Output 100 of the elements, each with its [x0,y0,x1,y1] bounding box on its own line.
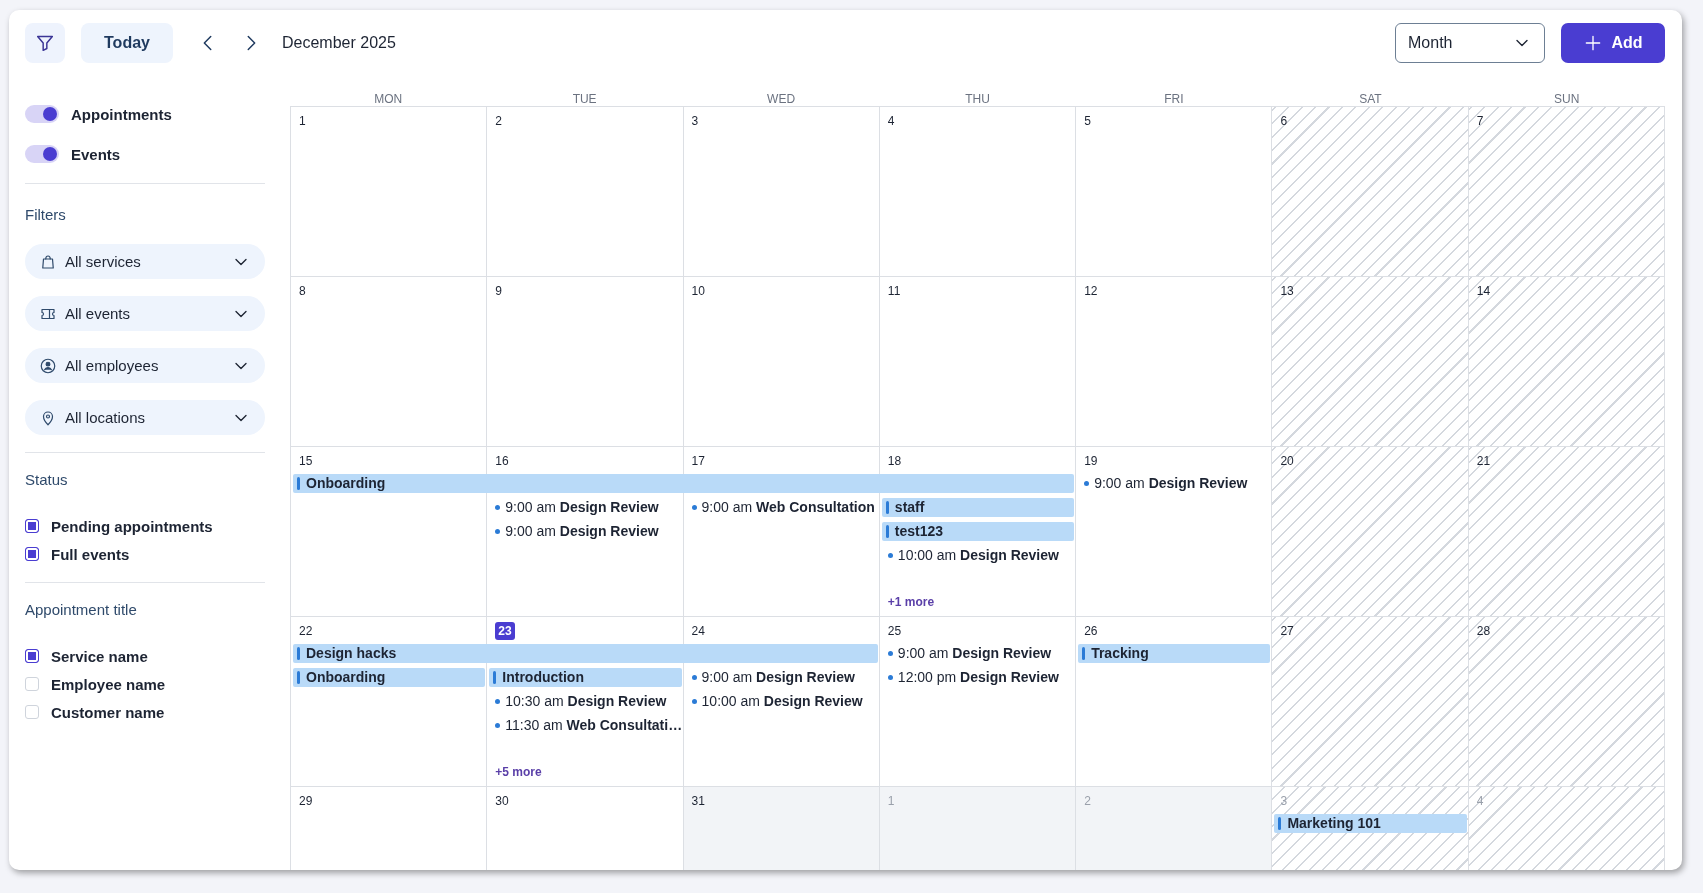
filter-button[interactable] [25,23,65,63]
day-cell[interactable] [1272,277,1469,447]
appointment-item[interactable]: 9:00 am Design Review [487,499,659,515]
day-number: 28 [1476,623,1491,640]
day-number: 31 [691,793,705,810]
appointment-item[interactable]: 9:00 am Design Review [487,523,659,539]
appointment-item[interactable]: 9:00 am Web Consultation [683,499,875,515]
day-cell[interactable] [1076,617,1273,787]
day-cell[interactable] [291,107,488,277]
day-number: 14 [1476,283,1491,300]
day-number: 3 [691,113,699,130]
day-number: 24 [691,623,705,640]
more-link[interactable]: +5 more [495,765,542,779]
toggle-switch[interactable] [25,105,59,123]
appointment-item[interactable]: 10:00 am Design Review [683,693,863,709]
view-select[interactable]: Month [1395,23,1545,63]
day-cell[interactable] [1076,107,1273,277]
weekday-header: FRI [1163,92,1185,106]
day-number: 11 [887,283,901,300]
day-cell[interactable] [291,277,488,447]
day-cell[interactable] [1468,277,1665,447]
day-number: 4 [1476,793,1484,810]
day-number: 5 [1084,113,1091,130]
day-cell[interactable] [683,277,880,447]
checkbox-label: Service name [51,647,148,665]
toggle-label: Appointments [71,105,172,123]
day-cell[interactable] [1468,447,1665,617]
day-number: 10 [691,283,705,300]
appointment-item[interactable]: 10:00 am Design Review [879,547,1059,563]
checkbox[interactable] [25,547,39,561]
day-number: 25 [887,623,902,640]
appointment-item[interactable]: 10:30 am Design Review [487,693,667,709]
day-cell[interactable] [683,107,880,277]
day-cell[interactable] [1272,447,1469,617]
appointment-item[interactable]: 9:00 am Design Review [879,645,1052,661]
day-number: 6 [1280,113,1288,130]
day-number: 3 [1280,793,1288,810]
day-number: 9 [495,283,502,300]
filter-dropdown[interactable]: All employees [25,348,265,383]
weekday-header: WED [766,92,797,106]
filter-dropdown[interactable]: All locations [25,400,265,435]
day-cell[interactable] [1272,617,1469,787]
day-cell[interactable] [1272,107,1469,277]
day-number: 29 [299,793,313,810]
day-number: 17 [691,453,705,470]
month-title: December 2025 [282,34,396,52]
day-number: 1 [299,113,306,130]
person-circle-icon [39,356,57,375]
section-heading: Filters [25,205,67,223]
day-cell[interactable] [291,447,488,617]
bag-icon [39,252,57,271]
weekday-header: THU [964,92,991,106]
weekday-header: SAT [1358,92,1383,106]
day-number: 4 [887,113,895,130]
weekday-header: SUN [1553,92,1581,106]
day-cell[interactable] [1076,447,1273,617]
add-button[interactable]: Add [1561,23,1665,63]
checkbox-label: Customer name [51,703,165,721]
toggle-label: Events [71,145,121,163]
day-cell[interactable] [1468,617,1665,787]
today-date-badge: 23 [495,622,515,640]
day-cell[interactable] [1076,277,1273,447]
more-link[interactable]: +1 more [887,595,935,609]
today-button[interactable]: Today [81,23,173,63]
checkbox[interactable] [25,649,39,663]
day-cell[interactable] [487,107,684,277]
filter-dropdown[interactable]: All services [25,244,265,279]
checkbox-label: Pending appointments [51,517,213,535]
appointment-item[interactable]: 12:00 pm Design Review [879,669,1059,685]
filter-dropdown[interactable]: All events [25,296,265,331]
day-cell[interactable] [879,107,1077,277]
checkbox-label: Full events [51,545,130,563]
section-heading: Appointment title [25,600,138,618]
day-number: 12 [1084,283,1098,300]
day-number: 13 [1280,283,1294,300]
day-number: 1 [887,793,895,810]
day-cell[interactable] [487,277,684,447]
appointment-item[interactable]: 9:00 am Design Review [683,669,855,685]
day-number: 7 [1476,113,1484,130]
appointment-item[interactable]: 11:30 am Web Consultati… [487,717,683,733]
day-number: 19 [1084,453,1098,470]
checkbox[interactable] [25,519,39,533]
day-number: 2 [1084,793,1091,810]
day-number: 8 [299,283,306,300]
day-number: 26 [1084,623,1098,640]
day-cell[interactable] [879,617,1077,787]
day-number: 15 [299,453,313,470]
day-number: 16 [495,453,509,470]
day-number: 21 [1476,453,1491,470]
day-cell[interactable] [879,277,1077,447]
toggle-switch[interactable] [25,145,59,163]
appointment-item[interactable]: 9:00 am Design Review [1076,475,1248,491]
day-number: 20 [1280,453,1294,470]
checkbox-label: Employee name [51,675,166,693]
day-number: 18 [887,453,902,470]
weekday-header: MON [373,92,404,106]
day-cell[interactable] [1468,107,1665,277]
day-number: 22 [299,623,313,640]
day-number: 27 [1280,623,1294,640]
day-number: 2 [495,113,502,130]
